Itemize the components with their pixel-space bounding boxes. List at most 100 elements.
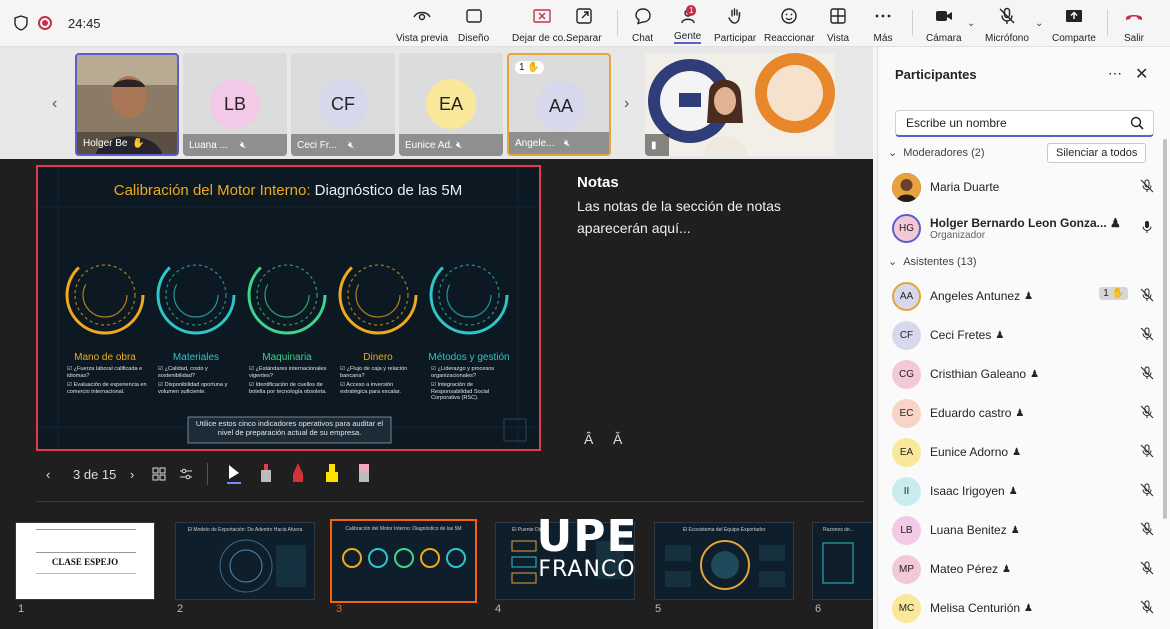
participant-row[interactable]: EA Eunice Adorno ♟ <box>892 436 1154 468</box>
mic-off-icon: 🔇︎ <box>348 139 355 151</box>
participant-row[interactable]: II Isaac Irigoyen ♟ <box>892 475 1154 507</box>
search-input[interactable] <box>895 110 1154 137</box>
increase-font-button[interactable]: Â <box>584 431 593 447</box>
leave-button[interactable]: Salir <box>1124 6 1144 44</box>
participant-row[interactable]: AA Angeles Antunez ♟ 1 ✋ <box>892 280 1154 312</box>
slide-thumbnail[interactable]: Razones de... <box>812 522 873 600</box>
participant-row[interactable]: EC Eduardo castro ♟ <box>892 397 1154 429</box>
search-icon[interactable] <box>1130 116 1144 130</box>
gauge-bullets: ☑ ¿Flujo de caja y relación bancaria? ☑ A… <box>340 366 420 395</box>
mic-off-icon[interactable] <box>1140 288 1154 302</box>
mic-off-icon[interactable] <box>1140 561 1154 575</box>
chevron-right-icon[interactable]: › <box>624 95 629 113</box>
camera-button[interactable]: Cámara <box>926 6 962 44</box>
chevron-down-icon[interactable]: ⌄ <box>967 18 975 29</box>
popout-icon <box>576 8 592 24</box>
participant-row[interactable]: HG Holger Bernardo Leon Gonza... ♟ Organ… <box>892 210 1154 246</box>
mic-off-icon[interactable] <box>1140 366 1154 380</box>
tile-name: Holger Ber...✋ <box>77 132 177 154</box>
mic-off-icon[interactable] <box>1140 444 1154 458</box>
pointer-tool-button[interactable] <box>227 464 241 484</box>
chat-button[interactable]: Chat <box>632 6 653 44</box>
grid-view-icon[interactable] <box>152 467 166 481</box>
participant-row[interactable]: LB Luana Benitez ♟ <box>892 514 1154 546</box>
preview-button[interactable]: Vista previa <box>396 6 448 44</box>
panel-scrollbar[interactable] <box>1163 139 1167 519</box>
laser-pointer-icon[interactable] <box>259 462 273 484</box>
thumbnail-title: CLASE ESPEJO <box>51 557 119 567</box>
video-strip: ‹ Holger Ber...✋ LB Luana ...🔇︎ CF Ceci … <box>0 47 873 159</box>
slide-thumbnail[interactable]: El Modelo de Exportación: De Adentro Hac… <box>175 522 315 600</box>
video-tile-eunice[interactable]: EA Eunice Ad...🔇︎ <box>399 53 503 156</box>
decrease-font-button[interactable]: Ǎ <box>613 431 622 447</box>
people-button[interactable]: 1 Gente <box>674 5 702 44</box>
video-tile-luana[interactable]: LB Luana ... 🔇︎ <box>183 53 287 156</box>
separate-button[interactable]: Separar <box>566 6 602 44</box>
moderators-section-header[interactable]: ⌄ Moderadores (2) <box>888 146 985 160</box>
avatar: MC <box>892 593 921 623</box>
mic-off-icon: 🔇︎ <box>456 139 463 151</box>
eraser-tool-icon[interactable] <box>357 462 371 484</box>
attendees-section-header[interactable]: ⌄ Asistentes (13) <box>888 255 977 269</box>
raise-hand-label: Participar <box>714 33 757 44</box>
mic-off-icon[interactable] <box>1140 179 1154 193</box>
previous-slide-button[interactable]: ‹ <box>46 467 50 482</box>
separate-label: Separar <box>566 33 602 44</box>
mute-all-button[interactable]: Silenciar a todos <box>1047 143 1147 163</box>
gauge-bullet: ☑ Disponibilidad oportuna y volumen sufi… <box>158 382 228 395</box>
slide-thumbnail[interactable]: El Ecosistema del Equipo Exportador <box>654 522 794 600</box>
share-button[interactable]: Comparte <box>1052 6 1096 44</box>
mic-off-icon[interactable] <box>1140 327 1154 341</box>
avatar: II <box>892 476 921 506</box>
mic-off-icon[interactable] <box>1140 600 1154 614</box>
settings-sliders-icon[interactable] <box>179 467 193 481</box>
mic-off-icon[interactable] <box>1140 483 1154 497</box>
next-slide-button[interactable]: › <box>130 467 134 482</box>
microphone-button[interactable]: Micrófono <box>985 6 1029 44</box>
share-label: Comparte <box>1052 33 1096 44</box>
participant-row[interactable]: CF Ceci Fretes ♟ <box>892 319 1154 351</box>
avatar: CF <box>892 320 921 350</box>
stop-sharing-button[interactable]: Dejar de co... <box>512 6 571 44</box>
slide-counter: 3 de 15 <box>73 467 117 482</box>
participant-row[interactable]: Maria Duarte <box>892 171 1154 203</box>
mic-on-icon[interactable] <box>1140 220 1154 234</box>
presenter-icon: ♟ <box>1002 563 1012 575</box>
participant-row[interactable]: MC Melisa Centurión ♟ <box>892 592 1154 624</box>
participant-row[interactable]: MP Mateo Pérez ♟ <box>892 553 1154 585</box>
stop-sharing-label: Dejar de co... <box>512 33 572 44</box>
layout-button[interactable]: Diseño <box>458 6 489 44</box>
view-button[interactable]: Vista <box>827 6 849 44</box>
mic-off-icon: 🔇︎ <box>240 139 247 151</box>
chevron-down-icon[interactable]: ⌄ <box>1035 18 1043 29</box>
participant-row[interactable]: CG Cristhian Galeano ♟ <box>892 358 1154 390</box>
video-tile-holger[interactable]: Holger Ber...✋ <box>75 53 179 156</box>
shield-icon[interactable] <box>14 15 28 31</box>
avatar: CG <box>892 359 921 389</box>
participants-panel: Participantes ⋯ ✕ ⌄Moderadores (2) Silen… <box>877 47 1170 629</box>
video-tile-presenter[interactable]: ▮ <box>645 53 835 156</box>
mic-off-icon[interactable] <box>1140 405 1154 419</box>
slide-thumbnail[interactable]: CLASE ESPEJO <box>15 522 155 600</box>
video-tile-angeles[interactable]: 1 ✋ AA Angele... 🔇︎ <box>507 53 611 156</box>
gauge-label: Maquinaria <box>262 352 312 363</box>
slide-thumbnail-active[interactable]: Calibración del Motor Interno: Diagnósti… <box>330 519 477 603</box>
more-options-icon[interactable]: ⋯ <box>1108 65 1122 82</box>
tile-name: Luana ... 🔇︎ <box>183 134 287 156</box>
avatar: EA <box>892 437 921 467</box>
camera-icon <box>935 11 952 21</box>
raise-hand-button[interactable]: Participar <box>714 6 756 44</box>
thumbnail-graphic <box>342 548 466 568</box>
highlighter-tool-icon[interactable] <box>324 462 340 484</box>
video-tile-ceci[interactable]: CF Ceci Fr... 🔇︎ <box>291 53 395 156</box>
slide-controls: ‹ 3 de 15 › <box>0 459 873 495</box>
leave-label: Salir <box>1124 33 1145 44</box>
shared-slide[interactable]: Calibración del Motor Interno: Diagnósti… <box>36 165 541 451</box>
pen-tool-icon[interactable] <box>291 462 305 484</box>
more-button[interactable]: Más <box>873 6 893 44</box>
mic-off-icon[interactable] <box>1140 522 1154 536</box>
close-icon[interactable]: ✕ <box>1135 64 1148 84</box>
react-button[interactable]: Reaccionar <box>764 6 815 44</box>
chevron-left-icon[interactable]: ‹ <box>52 95 57 113</box>
participant-name: Cristhian Galeano ♟ <box>930 367 1040 381</box>
